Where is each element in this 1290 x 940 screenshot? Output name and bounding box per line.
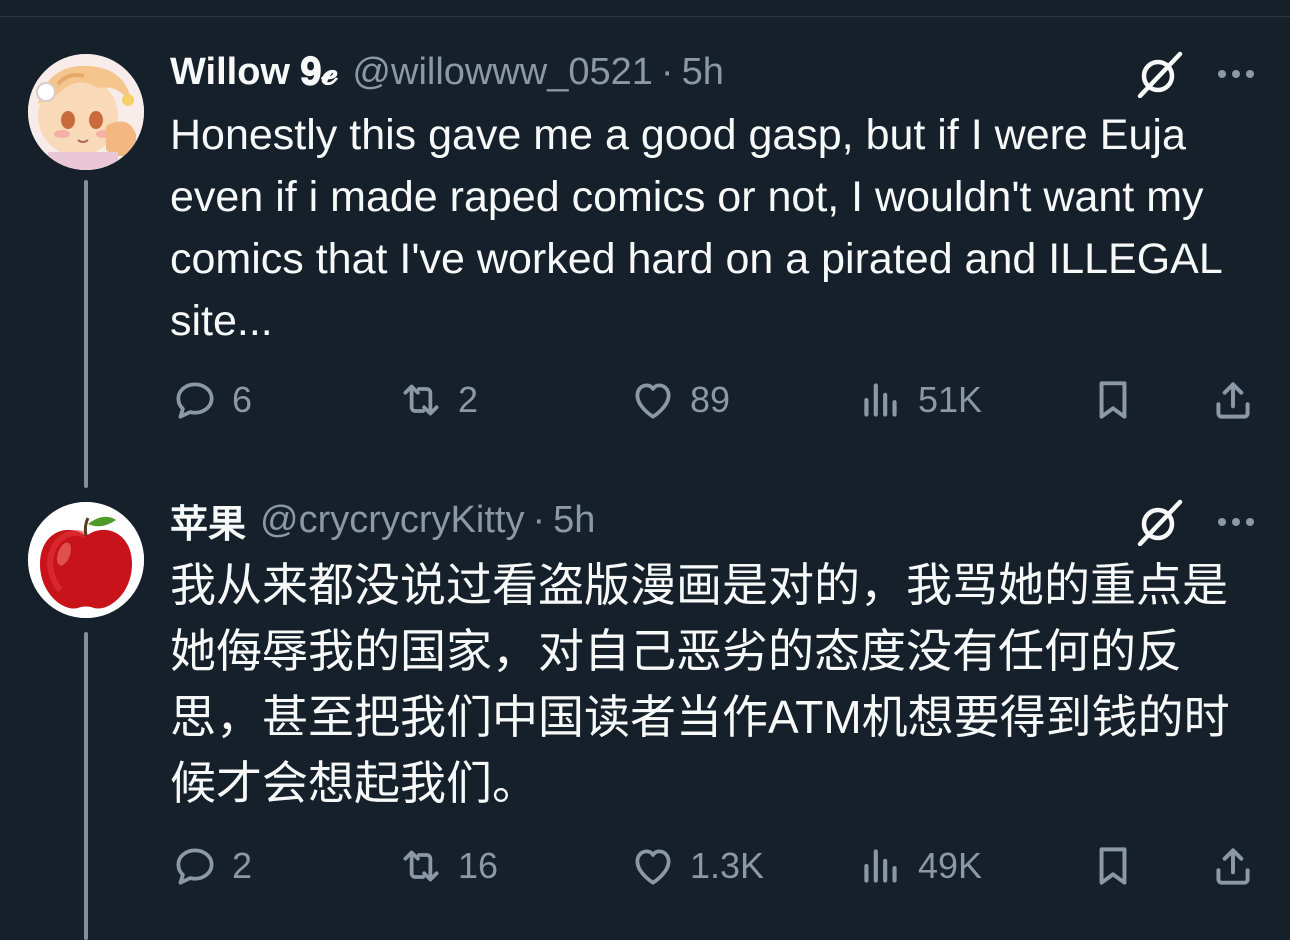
repost-button[interactable]: 2 xyxy=(396,372,478,428)
reply-icon xyxy=(176,848,214,885)
repost-count: 2 xyxy=(458,379,479,420)
tweet-text: 我从来都没说过看盗版漫画是对的，我骂她的重点是她侮辱我的国家，对自己恶劣的态度没… xyxy=(170,559,1230,809)
like-button[interactable]: 1.3K xyxy=(628,838,764,894)
handle[interactable]: @crycrycryKitty xyxy=(260,499,524,542)
reply-button[interactable]: 6 xyxy=(170,372,252,428)
repost-icon xyxy=(403,850,439,882)
separator: · xyxy=(660,50,674,93)
reply-icon xyxy=(176,382,214,419)
tweet[interactable]: 苹果 @crycrycryKitty · 5h 我从来都没说过看盗版漫画是对的，… xyxy=(0,480,1290,940)
bookmark-button[interactable] xyxy=(1088,372,1138,428)
timestamp[interactable]: 5h xyxy=(553,499,595,542)
more-icon[interactable] xyxy=(1212,50,1260,98)
grok-icon[interactable] xyxy=(1136,50,1184,99)
reply-button[interactable]: 2 xyxy=(170,838,252,894)
like-button[interactable]: 89 xyxy=(628,372,730,428)
views-button[interactable]: 49K xyxy=(856,838,982,894)
repost-icon xyxy=(403,384,439,416)
heart-icon xyxy=(635,849,671,885)
tweet-header: Willow 𝟗𝓮 @willowww_0521 · 5h xyxy=(170,50,724,94)
handle[interactable]: @willowww_0521 xyxy=(352,51,652,94)
share-button[interactable] xyxy=(1208,838,1258,894)
views-count: 51K xyxy=(918,379,983,420)
more-icon[interactable] xyxy=(1212,498,1260,546)
views-icon xyxy=(864,849,897,883)
thread-line xyxy=(84,180,88,488)
views-button[interactable]: 51K xyxy=(856,372,982,428)
share-icon xyxy=(1216,382,1250,419)
thread-line xyxy=(84,632,88,940)
like-count: 89 xyxy=(690,379,731,420)
like-count: 1.3K xyxy=(690,845,765,886)
bookmark-icon xyxy=(1099,381,1127,419)
action-bar: 6 2 89 51K xyxy=(170,372,1260,428)
tweet[interactable]: Willow 𝟗𝓮 @willowww_0521 · 5h Honestly t… xyxy=(0,0,1290,488)
display-name[interactable]: 苹果 xyxy=(170,493,246,548)
reply-count: 6 xyxy=(232,379,253,420)
bookmark-icon xyxy=(1099,847,1127,885)
heart-icon xyxy=(635,383,671,419)
separator: · xyxy=(532,498,546,541)
avatar[interactable] xyxy=(28,502,144,618)
repost-button[interactable]: 16 xyxy=(396,838,498,894)
display-name[interactable]: Willow 𝟗𝓮 xyxy=(170,51,338,94)
views-count: 49K xyxy=(918,845,983,886)
share-icon xyxy=(1216,848,1250,885)
tweet-text: Honestly this gave me a good gasp, but i… xyxy=(170,111,1222,345)
bookmark-button[interactable] xyxy=(1088,838,1138,894)
tweet-header: 苹果 @crycrycryKitty · 5h xyxy=(170,498,595,546)
reply-count: 2 xyxy=(232,845,253,886)
grok-icon[interactable] xyxy=(1136,498,1184,547)
timestamp[interactable]: 5h xyxy=(682,51,724,94)
action-bar: 2 16 1.3K 49K xyxy=(170,838,1260,894)
share-button[interactable] xyxy=(1208,372,1258,428)
avatar[interactable] xyxy=(28,54,144,170)
repost-count: 16 xyxy=(458,845,499,886)
views-icon xyxy=(864,383,897,417)
